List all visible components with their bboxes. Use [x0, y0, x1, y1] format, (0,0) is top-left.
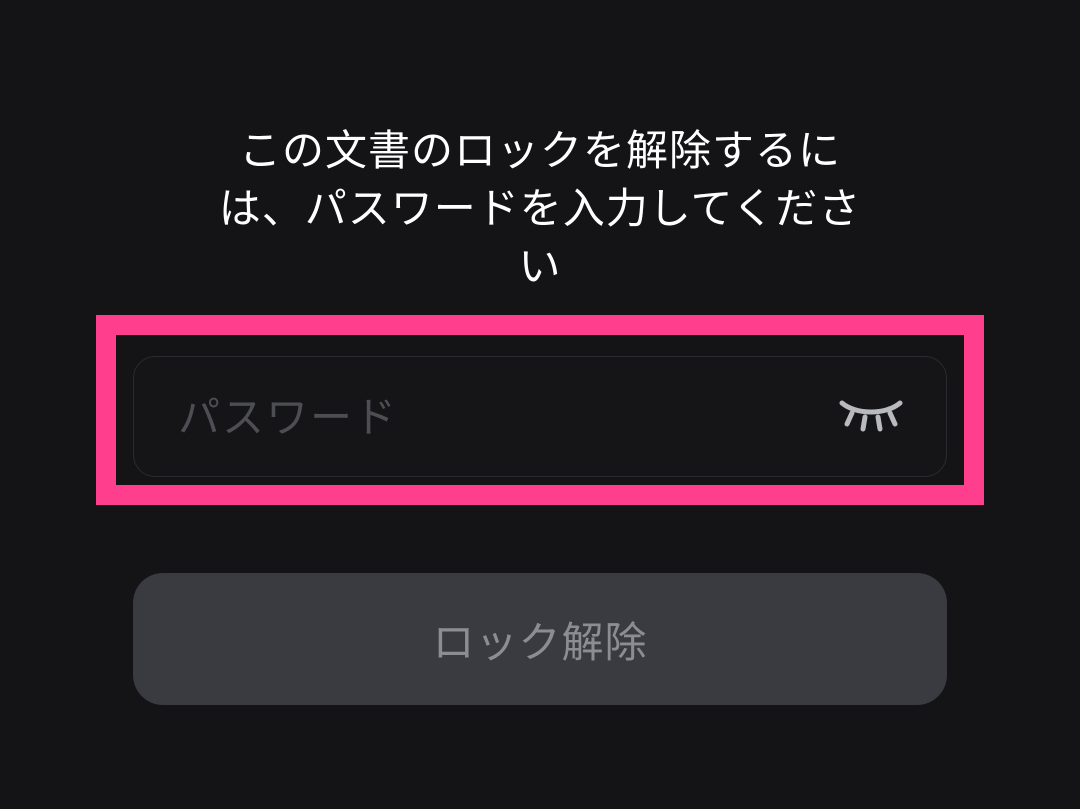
unlock-button[interactable]: ロック解除 [133, 573, 947, 705]
highlight-box [96, 315, 984, 505]
unlock-document-screen: この文書のロックを解除するには、パスワードを入力してください ロック解除 [0, 0, 1080, 809]
unlock-prompt-text: この文書のロックを解除するには、パスワードを入力してください [218, 126, 862, 291]
